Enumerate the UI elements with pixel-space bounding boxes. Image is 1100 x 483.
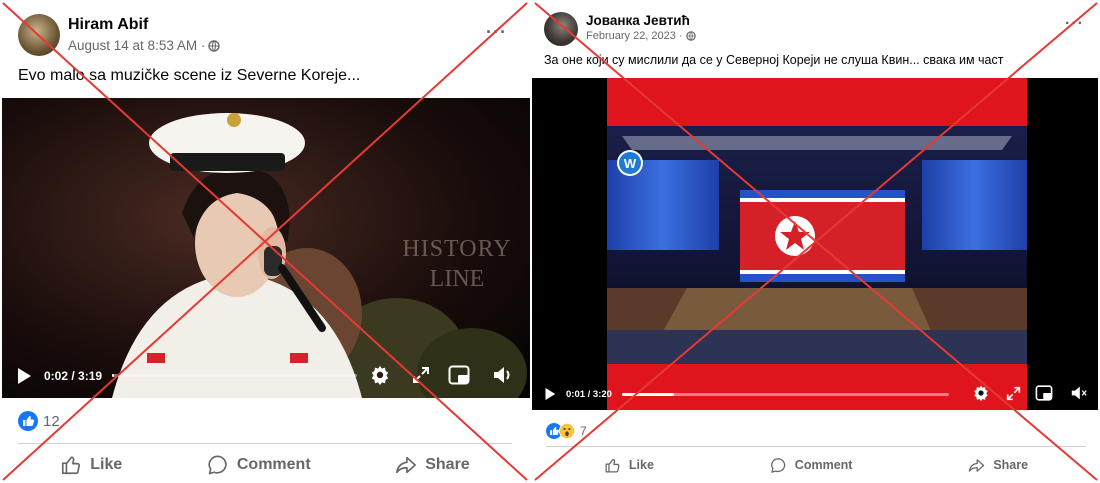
more-icon[interactable]: ··· [1065,15,1084,33]
channel-logo: W [624,156,637,171]
divider-line [546,446,1086,447]
comment-button[interactable]: Comment [770,457,853,474]
reactions-summary[interactable]: 12 [18,411,60,431]
globe-icon [685,31,696,41]
post-meta: August 14 at 8:53 AM · [68,38,221,53]
share-icon [396,456,417,474]
globe-icon [208,39,221,52]
video-time: 0:01 / 3:20 [566,389,612,400]
settings-icon[interactable] [972,384,990,402]
play-icon[interactable] [544,387,556,401]
video-player[interactable]: W 0:01 / 3:20 [532,78,1098,410]
fullscreen-icon[interactable] [412,366,430,384]
share-label: Share [993,458,1029,472]
video-frame: W [532,78,1098,410]
post-caption: Evo malo sa muzičke scene iz Severne Kor… [18,67,361,84]
facebook-post-right: Јованка Јевтић February 22, 2023 · ··· З… [532,0,1100,483]
share-icon [969,458,985,472]
post-date[interactable]: February 22, 2023 · [586,30,683,42]
reaction-count: 12 [43,412,60,430]
divider-line [18,443,512,444]
like-icon [62,456,81,475]
miniplayer-icon[interactable] [1035,385,1053,401]
comment-label: Comment [794,458,853,472]
volume-muted-icon[interactable] [1069,385,1089,401]
video-controls: 0:02 / 3:19 [2,362,530,390]
action-bar: Like Comment Share [18,449,512,481]
like-label: Like [90,456,123,473]
watermark-line-1: HISTORY [402,236,511,262]
video-controls: 0:01 / 3:20 [532,382,1098,406]
video-player[interactable]: HISTORY LINE 0:02 / 3:19 [2,98,530,398]
comment-icon [208,455,227,475]
fullscreen-icon[interactable] [1006,386,1021,401]
miniplayer-icon[interactable] [448,365,470,385]
reaction-count: 7 [580,424,587,438]
wow-reaction-icon [559,423,575,439]
reaction-icons [546,423,575,439]
share-label: Share [425,456,470,473]
video-progress-bar[interactable] [622,393,949,396]
avatar[interactable] [544,12,578,46]
share-button[interactable]: Share [395,454,470,476]
like-label: Like [628,458,654,472]
author-name[interactable]: Јованка Јевтић [586,13,690,28]
comment-button[interactable]: Comment [207,454,311,476]
like-reaction-icon [18,411,38,431]
video-time: 0:02 / 3:19 [44,369,103,383]
like-button[interactable]: Like [604,457,654,474]
settings-icon[interactable] [369,364,391,386]
share-button[interactable]: Share [968,457,1028,474]
reactions-summary[interactable]: 7 [546,423,587,439]
action-bar: Like Comment Share [546,451,1086,479]
comment-label: Comment [236,456,311,473]
play-icon[interactable] [16,367,32,385]
post-caption: За оне који су мислили да се у Северној … [544,53,1004,67]
volume-icon[interactable] [492,365,514,385]
watermark-line-2: LINE [430,266,485,292]
video-frame: HISTORY LINE [2,98,530,398]
post-date[interactable]: August 14 at 8:53 AM · [68,38,205,53]
avatar[interactable] [18,14,60,56]
facebook-post-left: Hiram Abif August 14 at 8:53 AM · ··· Ev… [0,0,530,483]
more-icon[interactable]: ··· [486,22,507,43]
like-icon [605,458,620,473]
comment-icon [770,457,786,473]
video-progress-bar[interactable] [112,374,357,377]
like-button[interactable]: Like [60,454,122,476]
author-name[interactable]: Hiram Abif [68,16,148,34]
post-meta: February 22, 2023 · [586,30,696,42]
